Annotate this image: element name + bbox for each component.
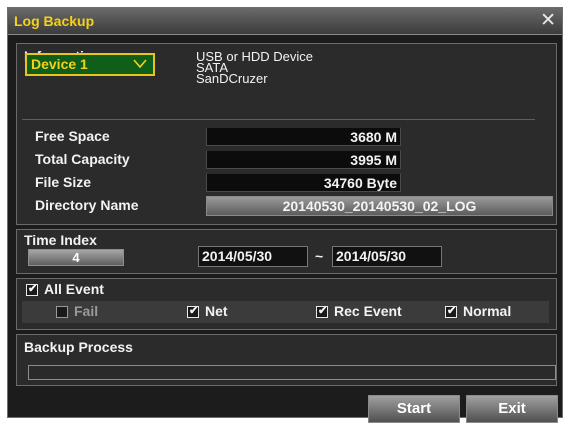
backup-process-label: Backup Process bbox=[24, 339, 133, 355]
fail-label: Fail bbox=[74, 303, 99, 319]
chevron-down-icon bbox=[133, 59, 147, 69]
total-capacity-label: Total Capacity bbox=[35, 151, 130, 167]
net-label: Net bbox=[205, 303, 228, 319]
title-bar: Log Backup ✕ bbox=[8, 8, 562, 35]
directory-name-field[interactable]: 20140530_20140530_02_LOG bbox=[206, 196, 553, 216]
exit-button[interactable]: Exit bbox=[466, 395, 558, 423]
check-icon: ✔ bbox=[189, 305, 199, 317]
log-backup-dialog: Log Backup ✕ Information Device 1 USB or… bbox=[7, 7, 563, 423]
time-index-button[interactable]: 4 bbox=[28, 249, 124, 266]
device-info-line-3: SanDCruzer bbox=[196, 71, 268, 86]
check-icon: ✔ bbox=[28, 283, 38, 295]
total-capacity-field: 3995 M bbox=[206, 150, 401, 169]
file-size-field: 34760 Byte bbox=[206, 173, 401, 192]
close-icon[interactable]: ✕ bbox=[540, 10, 556, 32]
device-select[interactable]: Device 1 bbox=[25, 53, 155, 76]
check-icon: ✔ bbox=[447, 305, 457, 317]
backup-progress-bar bbox=[28, 365, 556, 380]
free-space-label: Free Space bbox=[35, 128, 110, 144]
directory-name-label: Directory Name bbox=[35, 197, 139, 213]
device-select-value: Device 1 bbox=[31, 56, 88, 72]
divider bbox=[22, 119, 535, 120]
normal-checkbox[interactable]: ✔ bbox=[445, 305, 457, 318]
end-date-field[interactable]: 2014/05/30 bbox=[332, 246, 442, 267]
start-date-field[interactable]: 2014/05/30 bbox=[198, 246, 308, 267]
time-index-label: Time Index bbox=[24, 232, 97, 248]
check-icon: ✔ bbox=[318, 305, 328, 317]
fail-checkbox[interactable] bbox=[56, 306, 68, 318]
rec-event-checkbox[interactable]: ✔ bbox=[316, 305, 328, 318]
normal-label: Normal bbox=[463, 303, 512, 319]
date-range-separator: ~ bbox=[315, 248, 324, 264]
free-space-field: 3680 M bbox=[206, 127, 401, 146]
net-checkbox[interactable]: ✔ bbox=[187, 305, 199, 318]
file-size-label: File Size bbox=[35, 174, 92, 190]
all-event-checkbox[interactable]: ✔ bbox=[26, 283, 38, 296]
dialog-title: Log Backup bbox=[14, 13, 95, 29]
all-event-label: All Event bbox=[44, 281, 104, 297]
start-button[interactable]: Start bbox=[368, 395, 460, 423]
rec-event-label: Rec Event bbox=[334, 303, 402, 319]
